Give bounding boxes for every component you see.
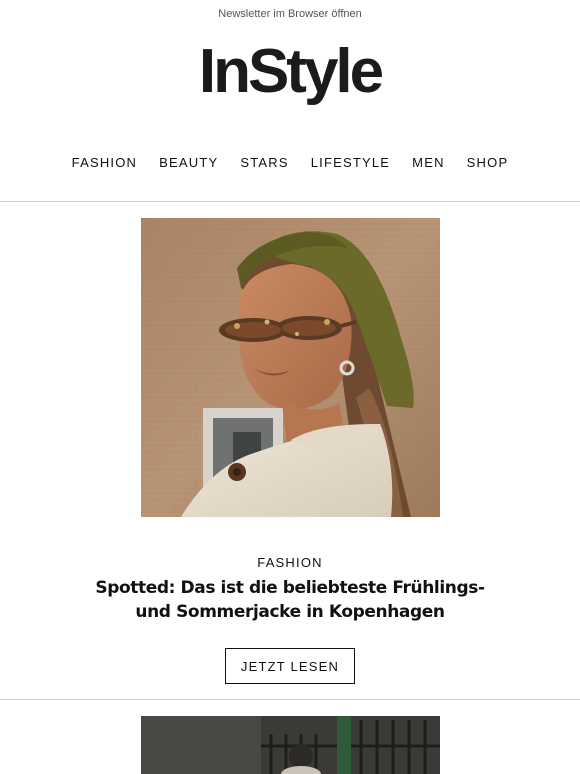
street-scene-image — [141, 716, 440, 774]
woman-portrait-image — [141, 218, 440, 517]
nav-item-fashion[interactable]: FASHION — [72, 155, 137, 170]
nav-item-lifestyle[interactable]: LIFESTYLE — [311, 155, 390, 170]
read-now-button[interactable]: JETZT LESEN — [225, 648, 355, 684]
nav-item-beauty[interactable]: BEAUTY — [159, 155, 218, 170]
main-navigation: FASHION BEAUTY STARS LIFESTYLE MEN SHOP — [0, 155, 580, 170]
next-article-image[interactable] — [141, 716, 440, 774]
open-in-browser-link[interactable]: Newsletter im Browser öffnen — [0, 8, 580, 20]
article-hero-image[interactable] — [141, 218, 440, 517]
article-headline[interactable]: Spotted: Das ist die beliebteste Frühlin… — [90, 576, 490, 624]
headline-line-2: und Sommerjacke in Kopenhagen — [135, 602, 445, 622]
headline-line-1: Spotted: Das ist die beliebteste Frühlin… — [95, 578, 485, 598]
article-divider — [0, 699, 580, 700]
instyle-logo[interactable]: InStyle — [0, 36, 580, 108]
nav-item-shop[interactable]: SHOP — [467, 155, 509, 170]
nav-item-men[interactable]: MEN — [412, 155, 445, 170]
nav-item-stars[interactable]: STARS — [240, 155, 288, 170]
header-divider — [0, 201, 580, 202]
article-category: FASHION — [257, 555, 323, 570]
